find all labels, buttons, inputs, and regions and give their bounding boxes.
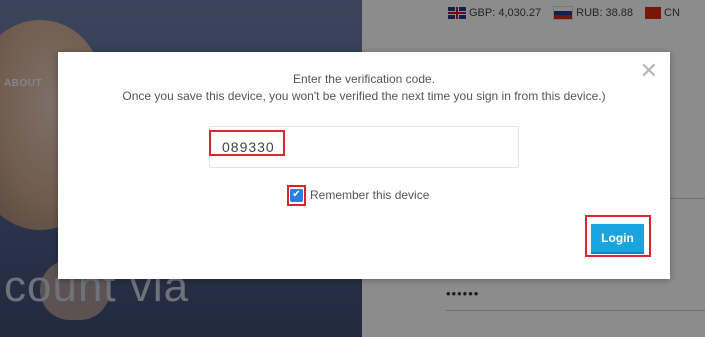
login-button[interactable]: Login — [591, 224, 644, 254]
remember-device-checkbox[interactable]: ✔ — [290, 188, 303, 202]
remember-device-row[interactable]: ✔ Remember this device — [290, 188, 429, 202]
modal-subtitle: Once you save this device, you won't be … — [122, 89, 606, 103]
verification-code-input[interactable] — [210, 127, 518, 167]
modal-title: Enter the verification code. — [292, 72, 436, 86]
verification-modal: ✕ Enter the verification code. Once you … — [58, 52, 670, 279]
verification-code-field[interactable] — [209, 126, 519, 168]
remember-device-label: Remember this device — [310, 188, 430, 202]
